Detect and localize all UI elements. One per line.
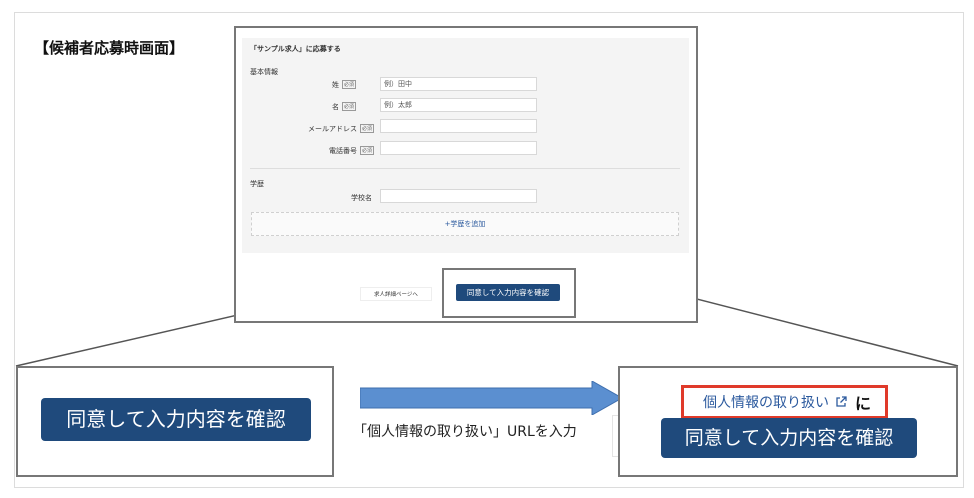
required-badge: 必須 — [359, 146, 374, 155]
add-education-button[interactable]: +学歴を追加 — [251, 212, 679, 236]
first-name-input[interactable]: 例）太郎 — [380, 98, 537, 112]
last-name-label: 姓必須 — [331, 80, 356, 89]
agree-confirm-button-after[interactable]: 同意して入力内容を確認 — [661, 418, 917, 458]
required-badge: 必須 — [341, 102, 356, 111]
back-to-job-button[interactable]: 求人詳細ページへ — [360, 287, 432, 301]
phone-label: 電話番号 必須 — [328, 146, 374, 155]
agree-confirm-button-small[interactable]: 同意して入力内容を確認 — [456, 284, 560, 301]
agree-confirm-button-before[interactable]: 同意して入力内容を確認 — [41, 398, 311, 441]
form-title: 「サンプル求人」に応募する — [250, 45, 341, 53]
school-label: 学校名 — [351, 194, 372, 202]
education-section-label: 学歴 — [250, 180, 264, 188]
email-label: メールアドレス 必須 — [307, 124, 374, 133]
particle-text: に — [855, 394, 872, 413]
form-divider — [250, 168, 680, 169]
school-input[interactable] — [380, 189, 537, 203]
first-name-label: 名必須 — [331, 102, 356, 111]
arrow-caption: 「個人情報の取り扱い」URLを入力 — [353, 424, 577, 440]
external-link-icon — [836, 396, 848, 407]
privacy-policy-link[interactable]: 個人情報の取り扱い — [703, 392, 848, 412]
required-badge: 必須 — [341, 80, 356, 89]
basic-info-section-label: 基本情報 — [250, 68, 278, 76]
right-arrow-icon — [360, 381, 622, 415]
email-input[interactable] — [380, 119, 537, 133]
required-badge: 必須 — [359, 124, 374, 133]
last-name-input[interactable]: 例）田中 — [380, 77, 537, 91]
phone-input[interactable] — [380, 141, 537, 155]
